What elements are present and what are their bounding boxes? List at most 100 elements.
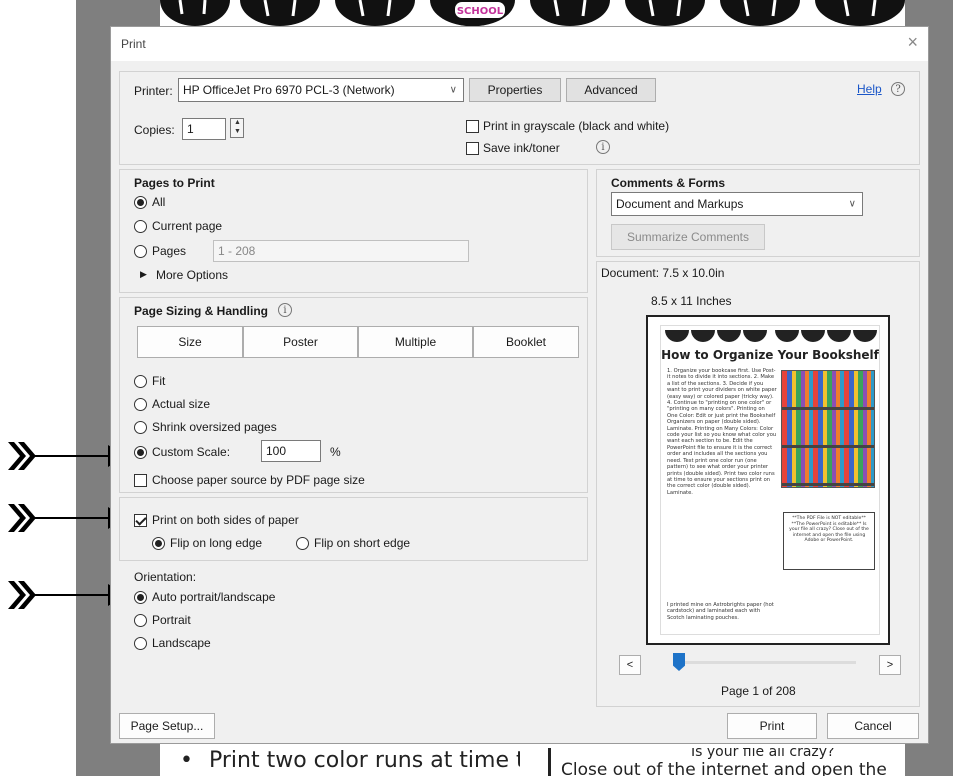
actual-size-label: Actual size [152, 397, 211, 411]
previous-page-button[interactable]: < [619, 655, 641, 675]
title-bar: Print × [111, 27, 928, 61]
document-note-line2: Close out of the internet and open the [561, 760, 887, 776]
orientation-heading: Orientation: [134, 570, 197, 584]
cancel-button[interactable]: Cancel [827, 713, 919, 739]
poster-button[interactable]: Poster [243, 326, 358, 358]
both-sides-checkbox[interactable] [134, 514, 147, 527]
all-pages-label: All [152, 195, 166, 209]
save-ink-label: Save ink/toner [483, 141, 560, 155]
help-icon[interactable]: ? [891, 82, 905, 96]
custom-scale-radio[interactable] [134, 446, 147, 459]
portrait-radio[interactable] [134, 614, 147, 627]
preview-scallop-border [665, 330, 877, 342]
landscape-label: Landscape [152, 636, 211, 650]
printer-label: Printer: [134, 84, 173, 98]
custom-scale-input[interactable]: 100 [261, 440, 321, 462]
pages-to-print-heading: Pages to Print [134, 176, 215, 190]
pages-to-print-panel: Pages to Print All Current page Pages 1 … [119, 169, 588, 293]
page-setup-button[interactable]: Page Setup... [119, 713, 215, 739]
preview-page: How to Organize Your Bookshelf 1. Organi… [660, 325, 880, 635]
custom-scale-label: Custom Scale: [152, 445, 231, 459]
comments-forms-select[interactable]: Document and Markups ∨ [611, 192, 863, 216]
info-icon[interactable]: i [596, 140, 610, 154]
auto-orientation-radio[interactable] [134, 591, 147, 604]
info-icon[interactable]: i [278, 303, 292, 317]
long-edge-label: Flip on long edge [170, 536, 263, 550]
duplex-panel: Print on both sides of paper Flip on lon… [119, 497, 588, 561]
chevron-down-icon: ∨ [848, 198, 856, 210]
page-slider-track[interactable] [680, 661, 856, 664]
percent-label: % [330, 445, 341, 459]
current-page-label: Current page [152, 219, 223, 233]
both-sides-label: Print on both sides of paper [152, 513, 299, 527]
chevron-down-icon: ∨ [449, 84, 457, 96]
printer-value: HP OfficeJet Pro 6970 PCL-3 (Network) [183, 83, 395, 97]
size-button[interactable]: Size [137, 326, 243, 358]
comments-forms-heading: Comments & Forms [611, 176, 726, 190]
fit-label: Fit [152, 374, 166, 388]
desktop-margin [0, 0, 76, 776]
document-note-line1: Is your file all crazy? [691, 748, 835, 760]
annotation-arrow [8, 581, 126, 609]
paper-source-label: Choose paper source by PDF page size [152, 473, 365, 487]
page-scallop-border: SCHOOL [160, 0, 905, 26]
dialog-title: Print [121, 37, 146, 51]
all-pages-radio[interactable] [134, 196, 147, 209]
paper-size-label: 8.5 x 11 Inches [651, 294, 732, 308]
short-edge-radio[interactable] [296, 537, 309, 550]
page-indicator: Page 1 of 208 [721, 684, 796, 698]
print-button[interactable]: Print [727, 713, 817, 739]
booklet-button[interactable]: Booklet [473, 326, 579, 358]
summarize-comments-button[interactable]: Summarize Comments [611, 224, 765, 250]
page-sizing-heading: Page Sizing & Handling [134, 304, 269, 318]
annotation-arrow [8, 442, 126, 470]
bookshelf-photo [781, 370, 875, 488]
auto-orientation-label: Auto portrait/landscape [152, 590, 276, 604]
copies-stepper[interactable]: ▲ ▼ [230, 118, 244, 138]
document-note-box: Is your file all crazy? Close out of the… [548, 748, 908, 776]
short-edge-label: Flip on short edge [314, 536, 411, 550]
properties-button[interactable]: Properties [469, 78, 561, 102]
actual-size-radio[interactable] [134, 398, 147, 411]
grayscale-checkbox[interactable] [466, 120, 479, 133]
current-page-radio[interactable] [134, 220, 147, 233]
document-size-label: Document: 7.5 x 10.0in [601, 266, 725, 280]
print-dialog: Print × Printer: HP OfficeJet Pro 6970 P… [110, 26, 929, 744]
shrink-oversized-radio[interactable] [134, 421, 147, 434]
pages-range-label: Pages [152, 244, 187, 258]
school-badge: SCHOOL [457, 6, 504, 17]
page-sizing-panel: Page Sizing & Handling i Size Poster Mul… [119, 297, 588, 493]
preview-page-footer: I printed mine on Astrobrights paper (ho… [667, 602, 774, 621]
grayscale-label: Print in grayscale (black and white) [483, 119, 670, 133]
save-ink-checkbox[interactable] [466, 142, 479, 155]
help-link[interactable]: Help [857, 82, 882, 96]
long-edge-radio[interactable] [152, 537, 165, 550]
printer-panel: Printer: HP OfficeJet Pro 6970 PCL-3 (Ne… [119, 71, 920, 165]
preview-page-note: **The PDF File is NOT editable** **The P… [783, 512, 875, 570]
preview-page-title: How to Organize Your Bookshelf [661, 348, 879, 362]
close-icon[interactable]: × [907, 32, 918, 53]
multiple-button[interactable]: Multiple [358, 326, 473, 358]
advanced-button[interactable]: Advanced [566, 78, 656, 102]
document-bullet-text: Print two color runs at time to [180, 748, 520, 776]
portrait-label: Portrait [152, 613, 191, 627]
copies-label: Copies: [134, 123, 175, 137]
next-page-button[interactable]: > [879, 655, 901, 675]
printer-select[interactable]: HP OfficeJet Pro 6970 PCL-3 (Network) ∨ [178, 78, 464, 102]
landscape-radio[interactable] [134, 637, 147, 650]
paper-source-checkbox[interactable] [134, 474, 147, 487]
orientation-panel: Orientation: Auto portrait/landscape Por… [119, 563, 588, 707]
annotation-arrow [8, 504, 126, 532]
fit-radio[interactable] [134, 375, 147, 388]
comments-forms-value: Document and Markups [616, 197, 744, 211]
copies-input[interactable]: 1 [182, 118, 226, 140]
stepper-up-icon[interactable]: ▲ [234, 119, 241, 126]
more-options-link[interactable]: More Options [156, 268, 228, 282]
stepper-down-icon[interactable]: ▼ [234, 128, 241, 135]
expand-arrow-icon[interactable]: ▶ [140, 269, 147, 280]
comments-forms-panel: Comments & Forms Document and Markups ∨ … [596, 169, 920, 257]
pages-range-input[interactable]: 1 - 208 [213, 240, 469, 262]
preview-page-body: 1. Organize your bookcase first. Use Pos… [667, 368, 777, 496]
pages-range-radio[interactable] [134, 245, 147, 258]
page-preview: How to Organize Your Bookshelf 1. Organi… [646, 315, 890, 645]
